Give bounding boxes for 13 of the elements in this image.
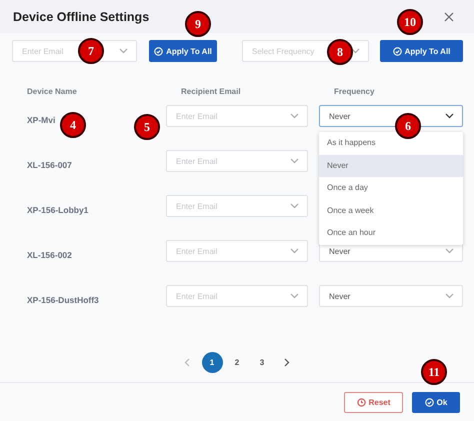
callout-tooltip: 5	[134, 114, 160, 140]
callout-tooltip: 11	[421, 359, 447, 385]
dialog-title: Device Offline Settings	[13, 10, 150, 24]
column-header: Device Name	[27, 86, 78, 98]
device-name: XL-156-007	[27, 160, 72, 170]
column-header: Recipient Email	[180, 86, 242, 98]
callout-tooltip: 4	[60, 112, 86, 138]
column-header: Frequency	[333, 86, 376, 98]
device-name: XP-156-DustHoff3	[27, 295, 99, 305]
callout-tooltip: 7	[78, 38, 104, 64]
device-name: XL-156-002	[27, 250, 72, 260]
device-name: XP-Mvi	[27, 115, 56, 125]
device-name: XP-156-Lobby1	[27, 205, 88, 215]
